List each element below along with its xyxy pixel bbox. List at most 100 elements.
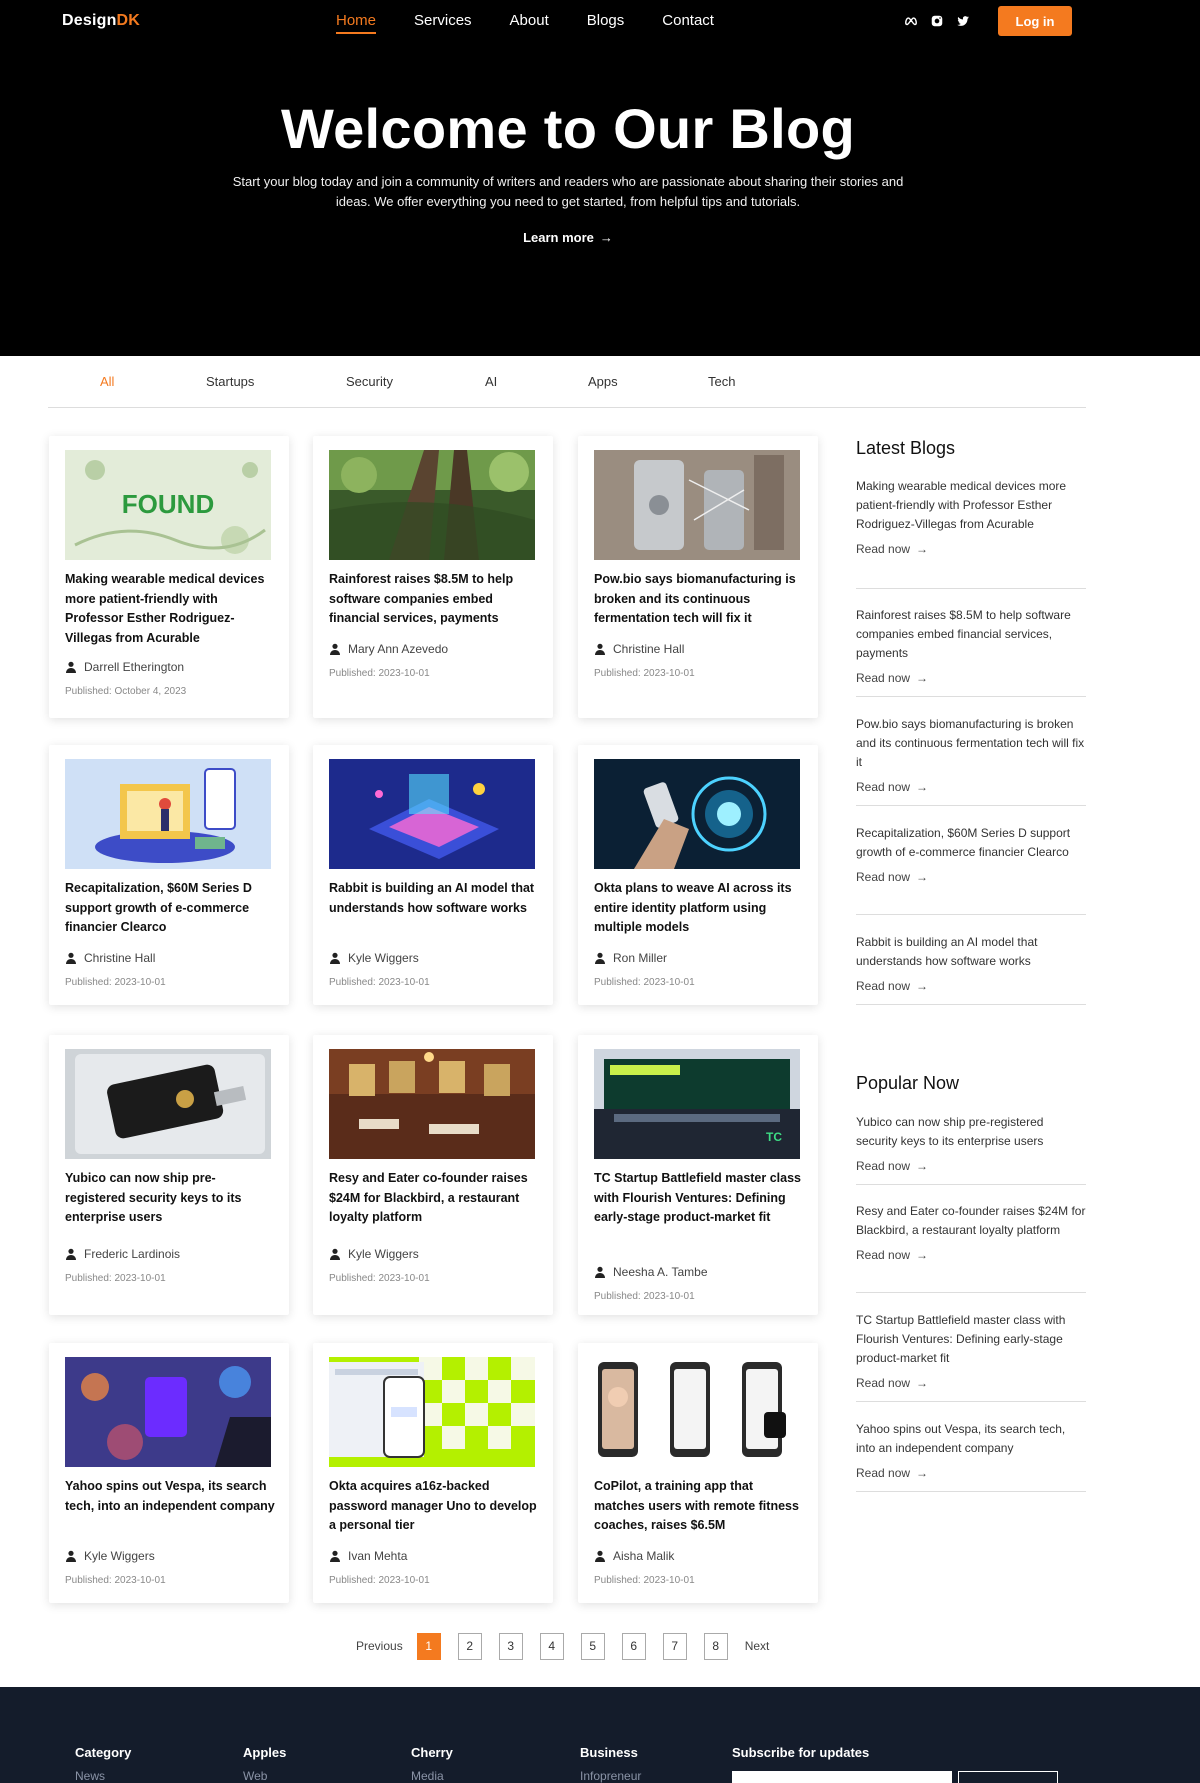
pagination: Previous 1 2 3 4 5 6 7 8 Next [356,1632,769,1660]
post-author-name: Mary Ann Azevedo [348,642,449,656]
page-button-2[interactable]: 2 [457,1632,482,1660]
tab-all[interactable]: All [100,374,114,389]
post-card[interactable]: Pow.bio says biomanufacturing is broken … [578,436,818,718]
instagram-icon[interactable] [930,14,944,28]
read-now-link[interactable]: Read now → [856,1159,1086,1173]
nav-about[interactable]: About [510,12,549,34]
arrow-right-icon: → [916,1466,929,1480]
post-card[interactable]: FOUND Making wearable medical devices mo… [49,436,289,718]
latest-blog-title: Pow.bio says biomanufacturing is broken … [856,717,1085,769]
arrow-right-icon: → [916,542,929,556]
post-author: Ron Miller [594,951,667,965]
learn-more-link[interactable]: Learn more → [0,230,1136,245]
read-now-link[interactable]: Read now → [856,671,1086,685]
post-date: Published: 2023-10-01 [594,977,695,988]
page-button-7[interactable]: 7 [662,1632,687,1660]
tab-ai[interactable]: AI [485,374,497,389]
nav-contact[interactable]: Contact [662,12,714,34]
page-button-5[interactable]: 5 [580,1632,605,1660]
read-now-link[interactable]: Read now → [856,870,1086,884]
latest-blog-item[interactable]: Making wearable medical devices more pat… [856,477,1086,589]
user-icon [330,1550,340,1562]
latest-blog-item[interactable]: Rabbit is building an AI model that unde… [856,933,1086,1005]
twitter-icon[interactable] [956,14,970,28]
latest-blog-item[interactable]: Rainforest raises $8.5M to help software… [856,606,1086,697]
post-title: Pow.bio says biomanufacturing is broken … [594,572,796,625]
popular-item[interactable]: TC Startup Battlefield master class with… [856,1311,1086,1402]
logo[interactable]: DesignDK [62,12,140,30]
tab-tech[interactable]: Tech [708,374,735,389]
read-now-link[interactable]: Read now → [856,1466,1086,1480]
previous-page-link[interactable]: Previous [356,1639,403,1653]
user-icon [595,1550,605,1562]
post-author: Christine Hall [594,642,684,656]
footer-link[interactable]: Web [243,1769,286,1783]
post-title: Making wearable medical devices more pat… [65,572,265,645]
footer-link[interactable]: Infopreneur [580,1769,641,1783]
login-button[interactable]: Log in [998,6,1072,36]
popular-item[interactable]: Resy and Eater co-founder raises $24M fo… [856,1202,1086,1293]
latest-blog-item[interactable]: Pow.bio says biomanufacturing is broken … [856,715,1086,806]
read-now-link[interactable]: Read now → [856,979,1086,993]
footer-link[interactable]: Media [411,1769,453,1783]
nav-home[interactable]: Home [336,12,377,34]
post-card[interactable]: TC TC Startup Battlefield master class w… [578,1035,818,1315]
read-now-link[interactable]: Read now → [856,1248,1086,1262]
post-card[interactable]: Rabbit is building an AI model that unde… [313,745,553,1005]
user-icon [330,643,340,655]
footer-heading: Apples [243,1745,287,1760]
social-links [904,14,970,28]
post-author: Aisha Malik [594,1549,674,1563]
read-now-label: Read now [856,1376,911,1390]
page-button-4[interactable]: 4 [539,1632,564,1660]
popular-title: Resy and Eater co-founder raises $24M fo… [856,1204,1086,1237]
nav-services[interactable]: Services [414,12,472,34]
post-card[interactable]: Okta acquires a16z-backed password manag… [313,1343,553,1603]
hero-section: DesignDK Home Services About Blogs Conta… [0,0,1200,356]
page-button-6[interactable]: 6 [621,1632,646,1660]
subscribe-button[interactable] [958,1771,1058,1783]
page-button-3[interactable]: 3 [498,1632,523,1660]
post-thumbnail [65,1049,271,1159]
post-card[interactable]: Yahoo spins out Vespa, its search tech, … [49,1343,289,1603]
latest-blogs-heading: Latest Blogs [856,438,956,458]
popular-item[interactable]: Yahoo spins out Vespa, its search tech, … [856,1420,1086,1492]
nav-blogs[interactable]: Blogs [587,12,625,34]
page-button-1[interactable]: 1 [416,1632,441,1660]
subscribe-email-input[interactable] [732,1771,952,1783]
post-title: Recapitalization, $60M Series D support … [65,881,252,934]
post-author: Kyle Wiggers [329,1247,419,1261]
read-now-link[interactable]: Read now → [856,780,1086,794]
page-button-8[interactable]: 8 [703,1632,728,1660]
post-date: Published: 2023-10-01 [65,1575,166,1586]
post-card[interactable]: Recapitalization, $60M Series D support … [49,745,289,1005]
post-date: Published: 2023-10-01 [329,1575,430,1586]
post-date: Published: October 4, 2023 [65,686,187,697]
post-card[interactable]: CoPilot, a training app that matches use… [578,1343,818,1603]
post-card[interactable]: Okta plans to weave AI across its entire… [578,745,818,1005]
read-now-label: Read now [856,870,911,884]
hero-subtitle: Start your blog today and join a communi… [232,174,904,209]
post-card[interactable]: Resy and Eater co-founder raises $24M fo… [313,1035,553,1315]
tab-startups[interactable]: Startups [206,374,254,389]
post-date: Published: 2023-10-01 [594,668,695,679]
user-icon [330,1248,340,1260]
arrow-right-icon: → [916,1248,929,1262]
footer-link[interactable]: News [75,1769,131,1783]
post-date: Published: 2023-10-01 [65,1273,166,1284]
main-nav: Home Services About Blogs Contact [336,12,752,34]
post-card[interactable]: Yubico can now ship pre-registered secur… [49,1035,289,1315]
post-date: Published: 2023-10-01 [594,1575,695,1586]
post-thumbnail: FOUND [65,450,271,560]
tab-security[interactable]: Security [346,374,393,389]
next-page-link[interactable]: Next [745,1639,770,1653]
post-card[interactable]: Rainforest raises $8.5M to help software… [313,436,553,718]
popular-item[interactable]: Yubico can now ship pre-registered secur… [856,1113,1086,1185]
post-author: Kyle Wiggers [65,1549,155,1563]
tab-apps[interactable]: Apps [588,374,618,389]
read-now-link[interactable]: Read now → [856,1376,1086,1390]
meta-icon[interactable] [904,14,918,28]
latest-blog-item[interactable]: Recapitalization, $60M Series D support … [856,824,1086,915]
read-now-link[interactable]: Read now → [856,542,1086,556]
user-icon [66,661,76,673]
